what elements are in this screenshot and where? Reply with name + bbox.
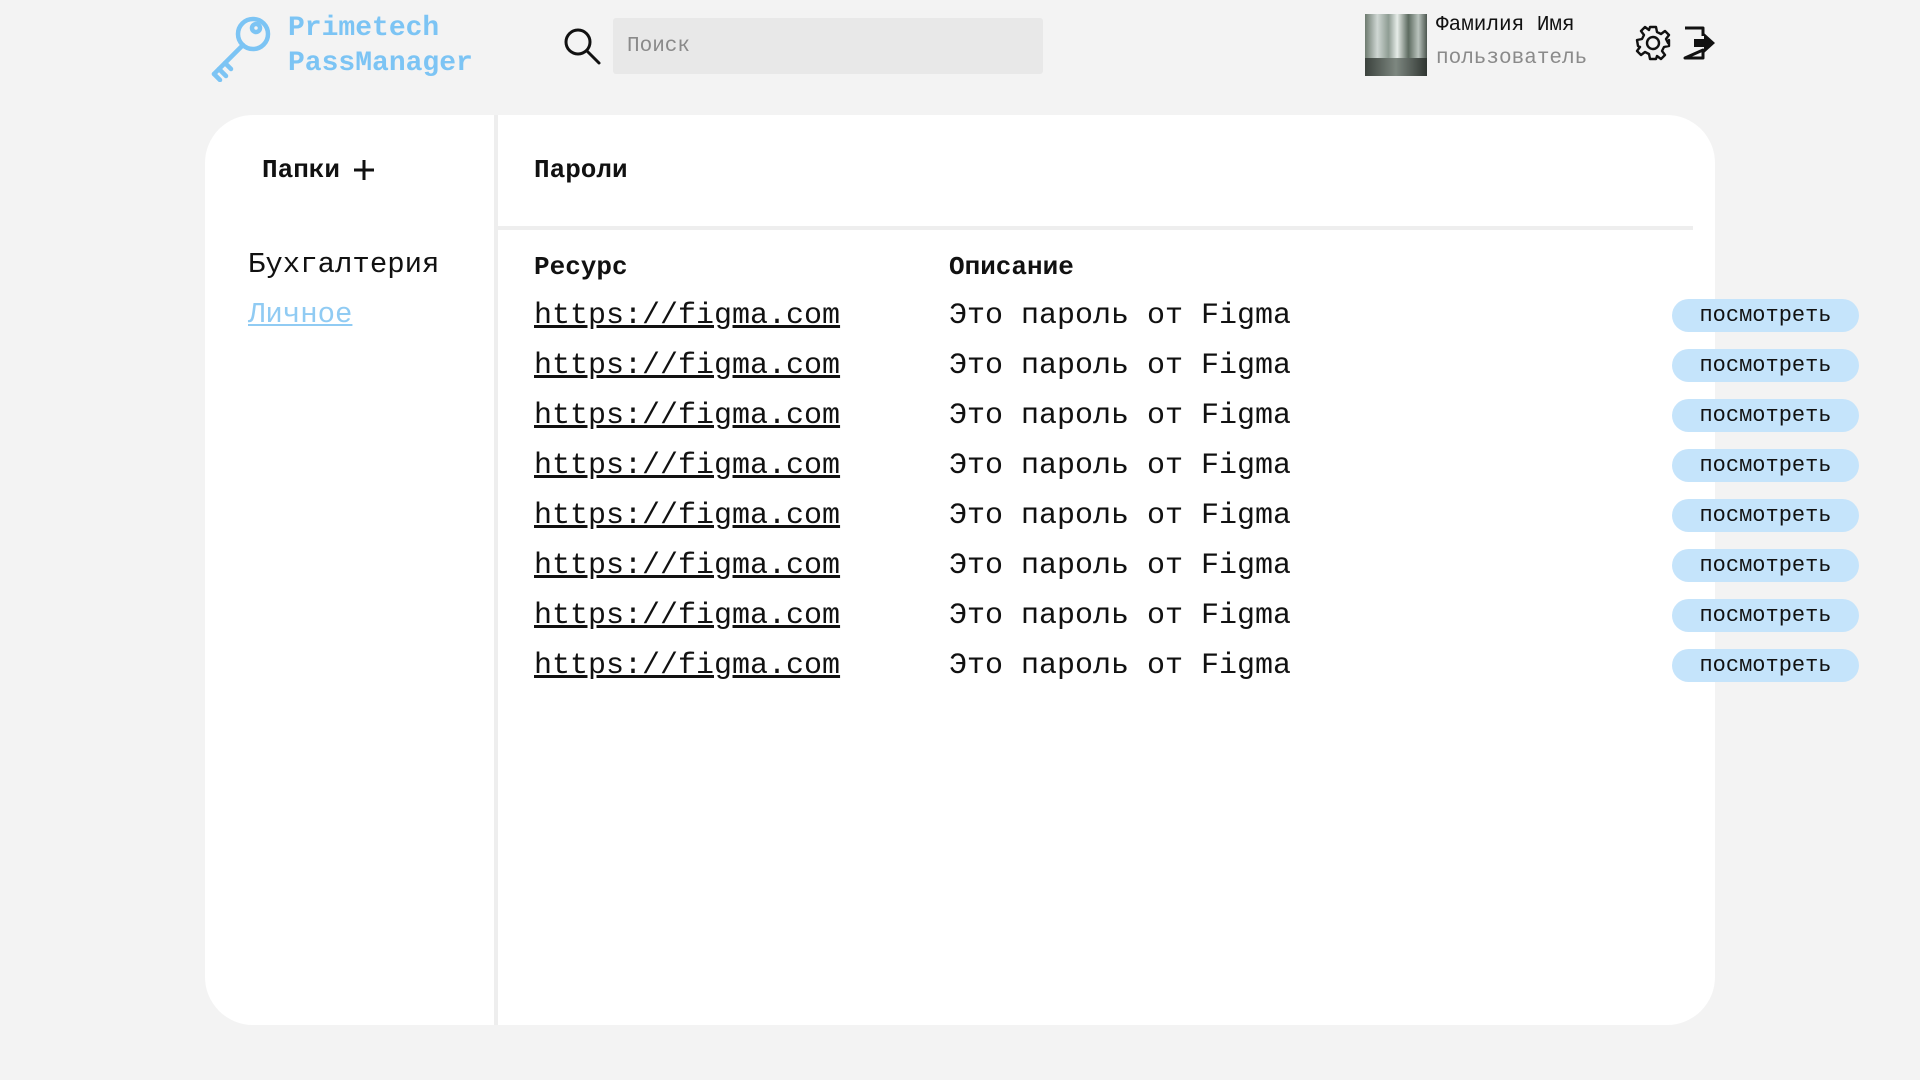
- table-row: https://figma.com Это пароль от Figma по…: [534, 399, 1859, 443]
- logout-icon[interactable]: [1682, 24, 1718, 62]
- main-card: Папки Бухгалтерия Личное Пароли Ресурс О…: [205, 115, 1859, 1025]
- sidebar-divider: [494, 115, 498, 1025]
- view-password-button[interactable]: посмотреть: [1672, 299, 1859, 332]
- table-row: https://figma.com Это пароль от Figma по…: [534, 499, 1859, 543]
- description-text: Это пароль от Figma: [949, 599, 1292, 633]
- folders-header: Папки: [262, 155, 376, 185]
- resource-link[interactable]: https://figma.com: [534, 549, 840, 583]
- view-password-button[interactable]: посмотреть: [1672, 349, 1859, 382]
- resource-link[interactable]: https://figma.com: [534, 599, 840, 633]
- view-password-button[interactable]: посмотреть: [1672, 499, 1859, 532]
- description-text: Это пароль от Figma: [949, 399, 1292, 433]
- app-title-line1: Primetech: [288, 13, 440, 44]
- header-divider: [498, 226, 1693, 230]
- description-text: Это пароль от Figma: [949, 499, 1292, 533]
- column-header-description: Описание: [949, 252, 1074, 282]
- folders-title: Папки: [262, 155, 341, 185]
- resource-link[interactable]: https://figma.com: [534, 299, 840, 333]
- plus-icon[interactable]: [352, 158, 376, 182]
- resource-link[interactable]: https://figma.com: [534, 449, 840, 483]
- folder-item-accounting[interactable]: Бухгалтерия: [248, 248, 439, 281]
- avatar[interactable]: [1365, 14, 1427, 76]
- user-name: Фамилия Имя: [1436, 14, 1575, 37]
- column-header-resource: Ресурс: [534, 252, 628, 282]
- table-row: https://figma.com Это пароль от Figma по…: [534, 599, 1859, 643]
- table-row: https://figma.com Это пароль от Figma по…: [534, 649, 1859, 693]
- description-text: Это пароль от Figma: [949, 299, 1292, 333]
- description-text: Это пароль от Figma: [949, 549, 1292, 583]
- table-row: https://figma.com Это пароль от Figma по…: [534, 449, 1859, 493]
- view-password-button[interactable]: посмотреть: [1672, 449, 1859, 482]
- table-row: https://figma.com Это пароль от Figma по…: [534, 299, 1859, 343]
- description-text: Это пароль от Figma: [949, 349, 1292, 383]
- resource-link[interactable]: https://figma.com: [534, 349, 840, 383]
- table-row: https://figma.com Это пароль от Figma по…: [534, 349, 1859, 393]
- resource-link[interactable]: https://figma.com: [534, 649, 840, 683]
- folder-item-personal[interactable]: Личное: [248, 298, 352, 331]
- gear-icon[interactable]: [1634, 24, 1672, 62]
- app-logo[interactable]: Primetech PassManager: [206, 10, 473, 82]
- view-password-button[interactable]: посмотреть: [1672, 399, 1859, 432]
- view-password-button[interactable]: посмотреть: [1672, 599, 1859, 632]
- description-text: Это пароль от Figma: [949, 449, 1292, 483]
- description-text: Это пароль от Figma: [949, 649, 1292, 683]
- resource-link[interactable]: https://figma.com: [534, 399, 840, 433]
- resource-link[interactable]: https://figma.com: [534, 499, 840, 533]
- key-icon: [211, 16, 271, 82]
- search-input[interactable]: [613, 18, 1043, 74]
- table-row: https://figma.com Это пароль от Figma по…: [534, 549, 1859, 593]
- user-role: пользователь: [1436, 47, 1588, 70]
- view-password-button[interactable]: посмотреть: [1672, 649, 1859, 682]
- app-title: Primetech PassManager: [288, 11, 473, 81]
- view-password-button[interactable]: посмотреть: [1672, 549, 1859, 582]
- search-icon[interactable]: [562, 26, 602, 66]
- passwords-title: Пароли: [534, 155, 628, 185]
- app-title-line2: PassManager: [288, 48, 473, 79]
